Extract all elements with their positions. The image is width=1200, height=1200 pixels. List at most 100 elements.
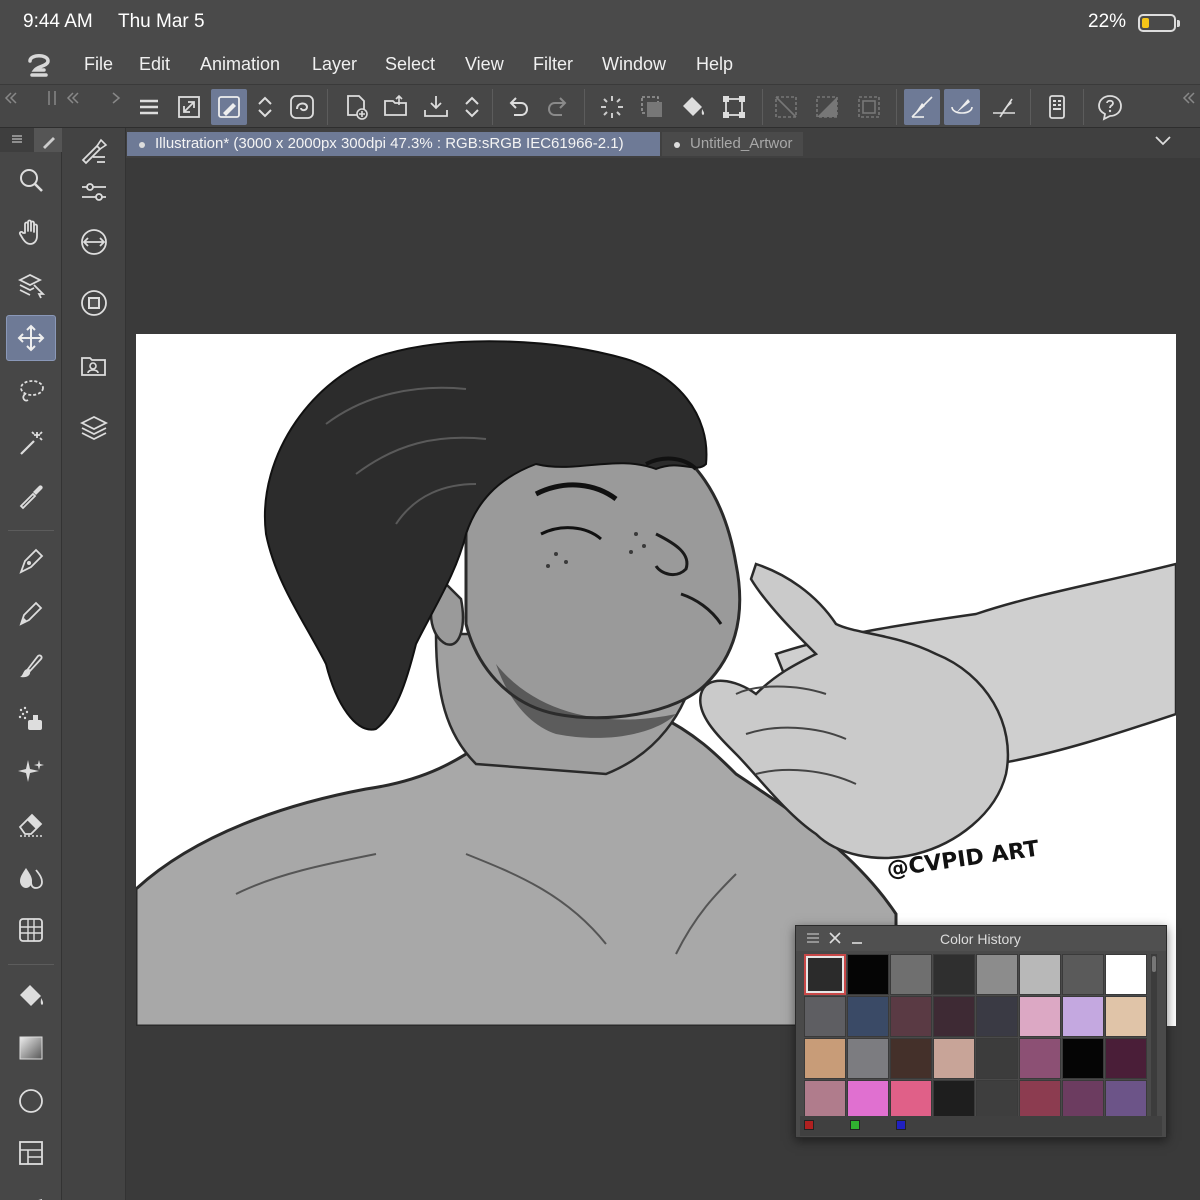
tool-move[interactable] (6, 315, 56, 361)
tool-hand[interactable] (6, 209, 56, 255)
color-swatch[interactable] (1019, 1038, 1061, 1079)
navigator-button[interactable] (74, 222, 114, 262)
tool-gradient[interactable] (6, 1025, 56, 1071)
tool-pen[interactable] (6, 538, 56, 584)
layers-button[interactable] (74, 407, 114, 447)
save-button[interactable] (418, 89, 454, 125)
chevron-down-icon[interactable] (1154, 132, 1172, 150)
color-swatch[interactable] (1062, 954, 1104, 995)
new-canvas-button[interactable] (338, 89, 374, 125)
color-swatch[interactable] (933, 996, 975, 1037)
color-swatch[interactable] (847, 1038, 889, 1079)
color-swatch[interactable] (976, 1038, 1018, 1079)
clear-selection-button[interactable] (594, 89, 630, 125)
color-swatch[interactable] (1062, 1038, 1104, 1079)
tool-magic-wand[interactable] (6, 420, 56, 466)
color-history-scrollbar[interactable] (1151, 954, 1157, 1116)
color-swatch[interactable] (847, 1080, 889, 1121)
collapse-right-icon[interactable] (1182, 91, 1196, 105)
tab-illustration[interactable]: Illustration* (3000 x 2000px 300dpi 47.3… (127, 132, 660, 156)
tab-untitled-artwork[interactable]: Untitled_Artwor (662, 132, 803, 156)
open-button[interactable] (378, 89, 414, 125)
transform-button[interactable] (716, 89, 752, 125)
minimize-icon[interactable] (850, 931, 864, 945)
color-swatch[interactable] (933, 1080, 975, 1121)
tool-decoration[interactable] (6, 748, 56, 794)
panel-grip-icon[interactable] (48, 91, 56, 105)
menu-window[interactable]: Window (602, 54, 666, 75)
color-swatch[interactable] (976, 954, 1018, 995)
panel-menu-icon[interactable] (806, 931, 820, 945)
close-icon[interactable] (828, 931, 842, 945)
menu-view[interactable]: View (465, 54, 504, 75)
color-swatch[interactable] (1019, 954, 1061, 995)
color-swatch[interactable] (890, 1038, 932, 1079)
menu-animation[interactable]: Animation (200, 54, 280, 75)
color-swatch[interactable] (933, 1038, 975, 1079)
menu-select[interactable]: Select (385, 54, 435, 75)
tool-blend[interactable] (6, 854, 56, 900)
color-swatch[interactable] (1105, 954, 1147, 995)
collapse-left-icon[interactable] (4, 91, 18, 105)
color-wheel-button[interactable] (74, 283, 114, 323)
clip-studio-logo-icon[interactable] (24, 51, 54, 79)
color-swatch[interactable] (804, 996, 846, 1037)
selection-border-button[interactable] (851, 89, 887, 125)
expand-right-icon[interactable] (110, 91, 122, 105)
color-swatch[interactable] (976, 996, 1018, 1037)
tool-frame-select[interactable] (6, 907, 56, 953)
snap-special-ruler-button[interactable] (944, 89, 980, 125)
tool-ruler[interactable] (6, 1183, 56, 1200)
menu-button[interactable] (131, 89, 167, 125)
device-settings-button[interactable] (1039, 89, 1075, 125)
tool-airbrush[interactable] (6, 696, 56, 742)
tool-layer-select[interactable] (6, 262, 56, 308)
color-swatch[interactable] (804, 1080, 846, 1121)
color-swatch[interactable] (847, 954, 889, 995)
color-swatch[interactable] (804, 1038, 846, 1079)
fit-screen-button[interactable] (171, 89, 207, 125)
invert-selection-button[interactable] (768, 89, 804, 125)
tool-figure[interactable] (6, 1078, 56, 1124)
menu-help[interactable]: Help (696, 54, 733, 75)
color-swatch[interactable] (890, 996, 932, 1037)
snap-ruler-button[interactable] (904, 89, 940, 125)
fill-button[interactable] (675, 89, 711, 125)
tool-lasso[interactable] (6, 368, 56, 414)
tool-zoom[interactable] (6, 157, 56, 203)
color-swatch[interactable] (1105, 1080, 1147, 1121)
color-swatch[interactable] (1062, 996, 1104, 1037)
color-swatch[interactable] (847, 996, 889, 1037)
toolbar-spinner-1[interactable] (248, 89, 282, 125)
brush-size-button[interactable] (74, 172, 114, 212)
snap-grid-button[interactable] (986, 89, 1022, 125)
select-all-button[interactable] (634, 89, 670, 125)
tool-eraser[interactable] (6, 801, 56, 847)
undo-button[interactable] (500, 89, 536, 125)
menu-file[interactable]: File (84, 54, 113, 75)
menu-edit[interactable]: Edit (139, 54, 170, 75)
color-swatch[interactable] (976, 1080, 1018, 1121)
menu-layer[interactable]: Layer (312, 54, 357, 75)
color-swatch[interactable] (1019, 1080, 1061, 1121)
color-swatch[interactable] (933, 954, 975, 995)
color-swatch[interactable] (804, 954, 846, 995)
palette-menu-icon[interactable] (10, 132, 24, 146)
modify-button[interactable] (211, 89, 247, 125)
tool-property-button[interactable] (74, 132, 114, 172)
help-button[interactable] (1092, 89, 1128, 125)
color-swatch[interactable] (890, 1080, 932, 1121)
redo-button[interactable] (540, 89, 576, 125)
toolbar-spinner-2[interactable] (455, 89, 489, 125)
menu-filter[interactable]: Filter (533, 54, 573, 75)
color-swatch[interactable] (1062, 1080, 1104, 1121)
color-swatch[interactable] (1105, 996, 1147, 1037)
color-swatch[interactable] (1019, 996, 1061, 1037)
collapse-left-icon-2[interactable] (66, 91, 80, 105)
tool-frame[interactable] (6, 1130, 56, 1176)
color-swatch[interactable] (890, 954, 932, 995)
artwork-canvas[interactable]: @CVPID ART (136, 334, 1176, 1026)
companion-button[interactable] (284, 89, 320, 125)
color-swatch[interactable] (1105, 1038, 1147, 1079)
deselect-button[interactable] (809, 89, 845, 125)
